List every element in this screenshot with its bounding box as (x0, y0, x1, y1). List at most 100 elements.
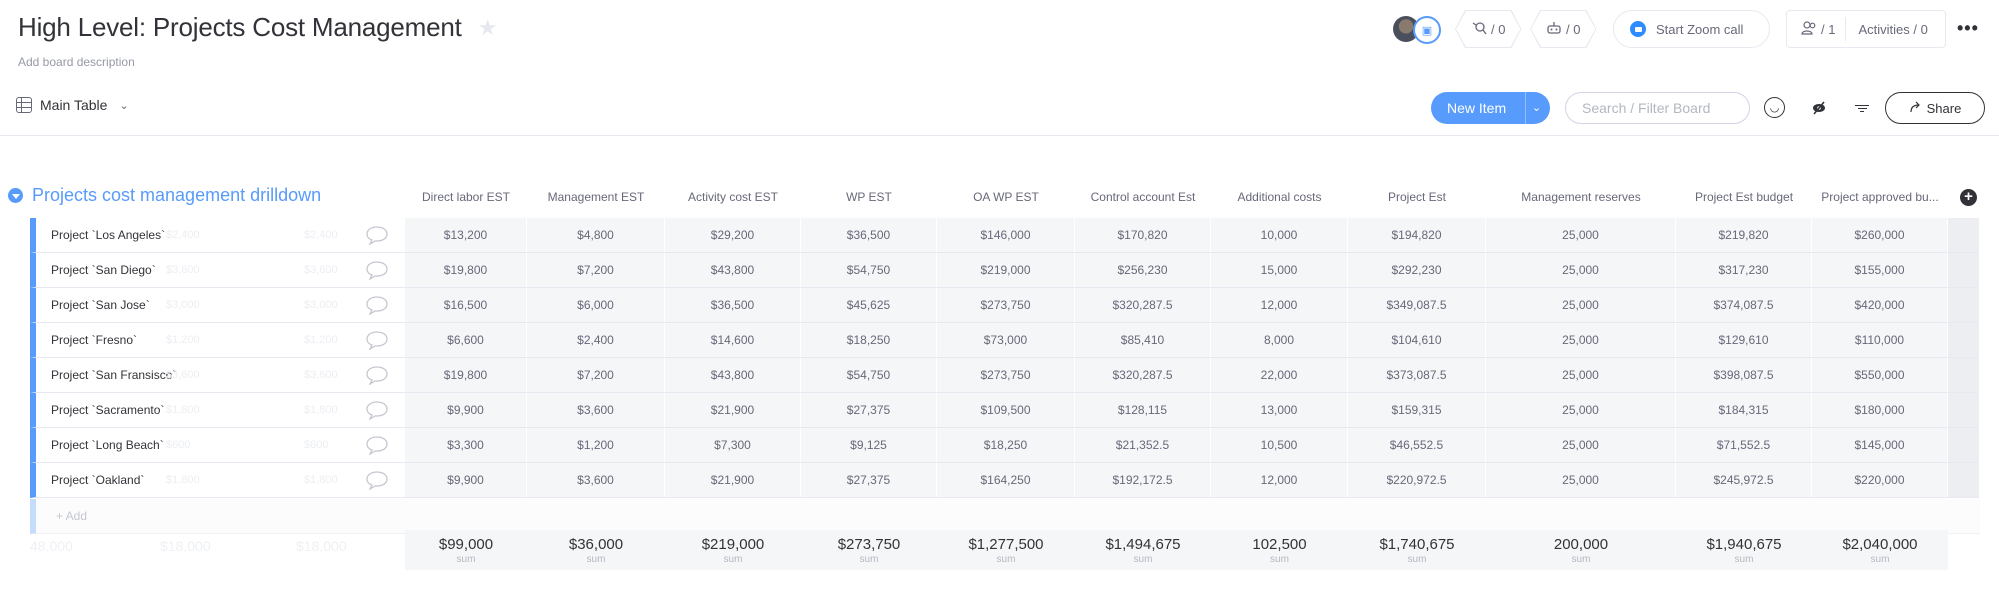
column-header[interactable]: OA WP EST (937, 190, 1075, 204)
cell-7[interactable]: $104,610 (1348, 323, 1486, 357)
cell-7[interactable]: $194,820 (1348, 218, 1486, 252)
cell-10[interactable]: $180,000 (1812, 393, 1948, 427)
members-button[interactable]: / 1 (1787, 17, 1847, 41)
cell-2[interactable]: $36,500 (665, 288, 801, 322)
comment-icon[interactable] (365, 260, 389, 281)
chevron-down-icon[interactable]: ⌄ (1525, 92, 1547, 124)
group-title[interactable]: Projects cost management drilldown (32, 185, 321, 206)
item-row[interactable]: $3,600 $3,600 Project `San Fransisco` (30, 358, 405, 393)
collapse-group-icon[interactable] (8, 188, 23, 203)
cell-10[interactable]: $145,000 (1812, 428, 1948, 462)
cell-10[interactable]: $420,000 (1812, 288, 1948, 322)
cell-7[interactable]: $373,087.5 (1348, 358, 1486, 392)
cell-1[interactable]: $7,200 (527, 358, 665, 392)
add-item-row[interactable]: + Add (30, 499, 1980, 534)
activities-button[interactable]: Activities / 0 (1846, 22, 1927, 37)
cell-9[interactable]: $184,315 (1676, 393, 1812, 427)
column-header[interactable]: Project Est (1348, 190, 1486, 204)
cell-4[interactable]: $73,000 (937, 323, 1075, 357)
cell-5[interactable]: $320,287.5 (1075, 358, 1211, 392)
automations-button[interactable]: / 0 (1530, 10, 1596, 48)
cell-7[interactable]: $349,087.5 (1348, 288, 1486, 322)
cell-3[interactable]: $45,625 (801, 288, 937, 322)
comment-icon[interactable] (365, 400, 389, 421)
start-zoom-call-button[interactable]: Start Zoom call (1613, 10, 1770, 48)
cell-3[interactable]: $18,250 (801, 323, 937, 357)
cell-5[interactable]: $128,115 (1075, 393, 1211, 427)
cell-5[interactable]: $256,230 (1075, 253, 1211, 287)
cell-10[interactable]: $550,000 (1812, 358, 1948, 392)
cell-4[interactable]: $219,000 (937, 253, 1075, 287)
cell-8[interactable]: 25,000 (1486, 393, 1676, 427)
cell-3[interactable]: $9,125 (801, 428, 937, 462)
cell-4[interactable]: $109,500 (937, 393, 1075, 427)
column-header[interactable]: Additional costs (1211, 190, 1348, 204)
cell-6[interactable]: 12,000 (1211, 463, 1348, 497)
cell-8[interactable]: 25,000 (1486, 323, 1676, 357)
cell-6[interactable]: 13,000 (1211, 393, 1348, 427)
cell-8[interactable]: 25,000 (1486, 253, 1676, 287)
cell-6[interactable]: 8,000 (1211, 323, 1348, 357)
cell-4[interactable]: $18,250 (937, 428, 1075, 462)
cell-8[interactable]: 25,000 (1486, 463, 1676, 497)
cell-2[interactable]: $14,600 (665, 323, 801, 357)
column-header[interactable]: Management EST (527, 190, 665, 204)
cell-1[interactable]: $3,600 (527, 393, 665, 427)
cell-0[interactable]: $13,200 (405, 218, 527, 252)
board-description[interactable]: Add board description (18, 55, 135, 69)
cell-2[interactable]: $43,800 (665, 253, 801, 287)
cell-3[interactable]: $36,500 (801, 218, 937, 252)
cell-3[interactable]: $27,375 (801, 463, 937, 497)
cell-6[interactable]: 10,000 (1211, 218, 1348, 252)
comment-icon[interactable] (365, 470, 389, 491)
cell-8[interactable]: 25,000 (1486, 428, 1676, 462)
item-row[interactable]: $1,200 $1,200 Project `Fresno` (30, 323, 405, 358)
column-header[interactable]: Control account Est (1075, 190, 1211, 204)
column-header[interactable]: WP EST (801, 190, 937, 204)
cell-7[interactable]: $159,315 (1348, 393, 1486, 427)
view-tab-main-table[interactable]: Main Table ⌄ (16, 97, 129, 113)
cell-9[interactable]: $374,087.5 (1676, 288, 1812, 322)
cell-8[interactable]: 25,000 (1486, 218, 1676, 252)
cell-3[interactable]: $27,375 (801, 393, 937, 427)
cell-3[interactable]: $54,750 (801, 253, 937, 287)
share-button[interactable]: Share (1885, 92, 1985, 124)
cell-0[interactable]: $16,500 (405, 288, 527, 322)
cell-6[interactable]: 10,500 (1211, 428, 1348, 462)
cell-9[interactable]: $71,552.5 (1676, 428, 1812, 462)
cell-5[interactable]: $85,410 (1075, 323, 1211, 357)
column-header[interactable]: Project Est budget (1676, 190, 1812, 204)
cell-1[interactable]: $6,000 (527, 288, 665, 322)
cell-2[interactable]: $21,900 (665, 463, 801, 497)
person-filter-icon[interactable]: ◡ (1764, 97, 1785, 118)
comment-icon[interactable] (365, 295, 389, 316)
column-header[interactable]: Management reserves (1486, 190, 1676, 204)
hide-columns-icon[interactable] (1808, 97, 1830, 119)
cell-2[interactable]: $7,300 (665, 428, 801, 462)
cell-1[interactable]: $2,400 (527, 323, 665, 357)
cell-10[interactable]: $155,000 (1812, 253, 1948, 287)
item-row[interactable]: $1,800 $1,800 Project `Oakland` (30, 463, 405, 498)
cell-8[interactable]: 25,000 (1486, 358, 1676, 392)
item-row[interactable]: $3,000 $3,000 Project `San Jose` (30, 288, 405, 323)
cell-8[interactable]: 25,000 (1486, 288, 1676, 322)
cell-2[interactable]: $29,200 (665, 218, 801, 252)
comment-icon[interactable] (365, 365, 389, 386)
cell-6[interactable]: 15,000 (1211, 253, 1348, 287)
new-item-button[interactable]: New Item ⌄ (1431, 92, 1550, 124)
cell-4[interactable]: $164,250 (937, 463, 1075, 497)
board-title[interactable]: High Level: Projects Cost Management (18, 12, 462, 43)
cell-2[interactable]: $21,900 (665, 393, 801, 427)
item-row[interactable]: $600 $600 Project `Long Beach` (30, 428, 405, 463)
guest-access-icon[interactable]: ▣ (1413, 16, 1441, 44)
add-column-icon[interactable]: + (1960, 189, 1977, 206)
filter-icon[interactable] (1851, 97, 1873, 119)
chevron-down-icon[interactable]: ⌄ (119, 99, 128, 112)
cell-9[interactable]: $245,972.5 (1676, 463, 1812, 497)
cell-7[interactable]: $46,552.5 (1348, 428, 1486, 462)
cell-9[interactable]: $129,610 (1676, 323, 1812, 357)
cell-7[interactable]: $292,230 (1348, 253, 1486, 287)
cell-4[interactable]: $146,000 (937, 218, 1075, 252)
item-row[interactable]: $3,600 $3,600 Project `San Diego` (30, 253, 405, 288)
cell-5[interactable]: $170,820 (1075, 218, 1211, 252)
